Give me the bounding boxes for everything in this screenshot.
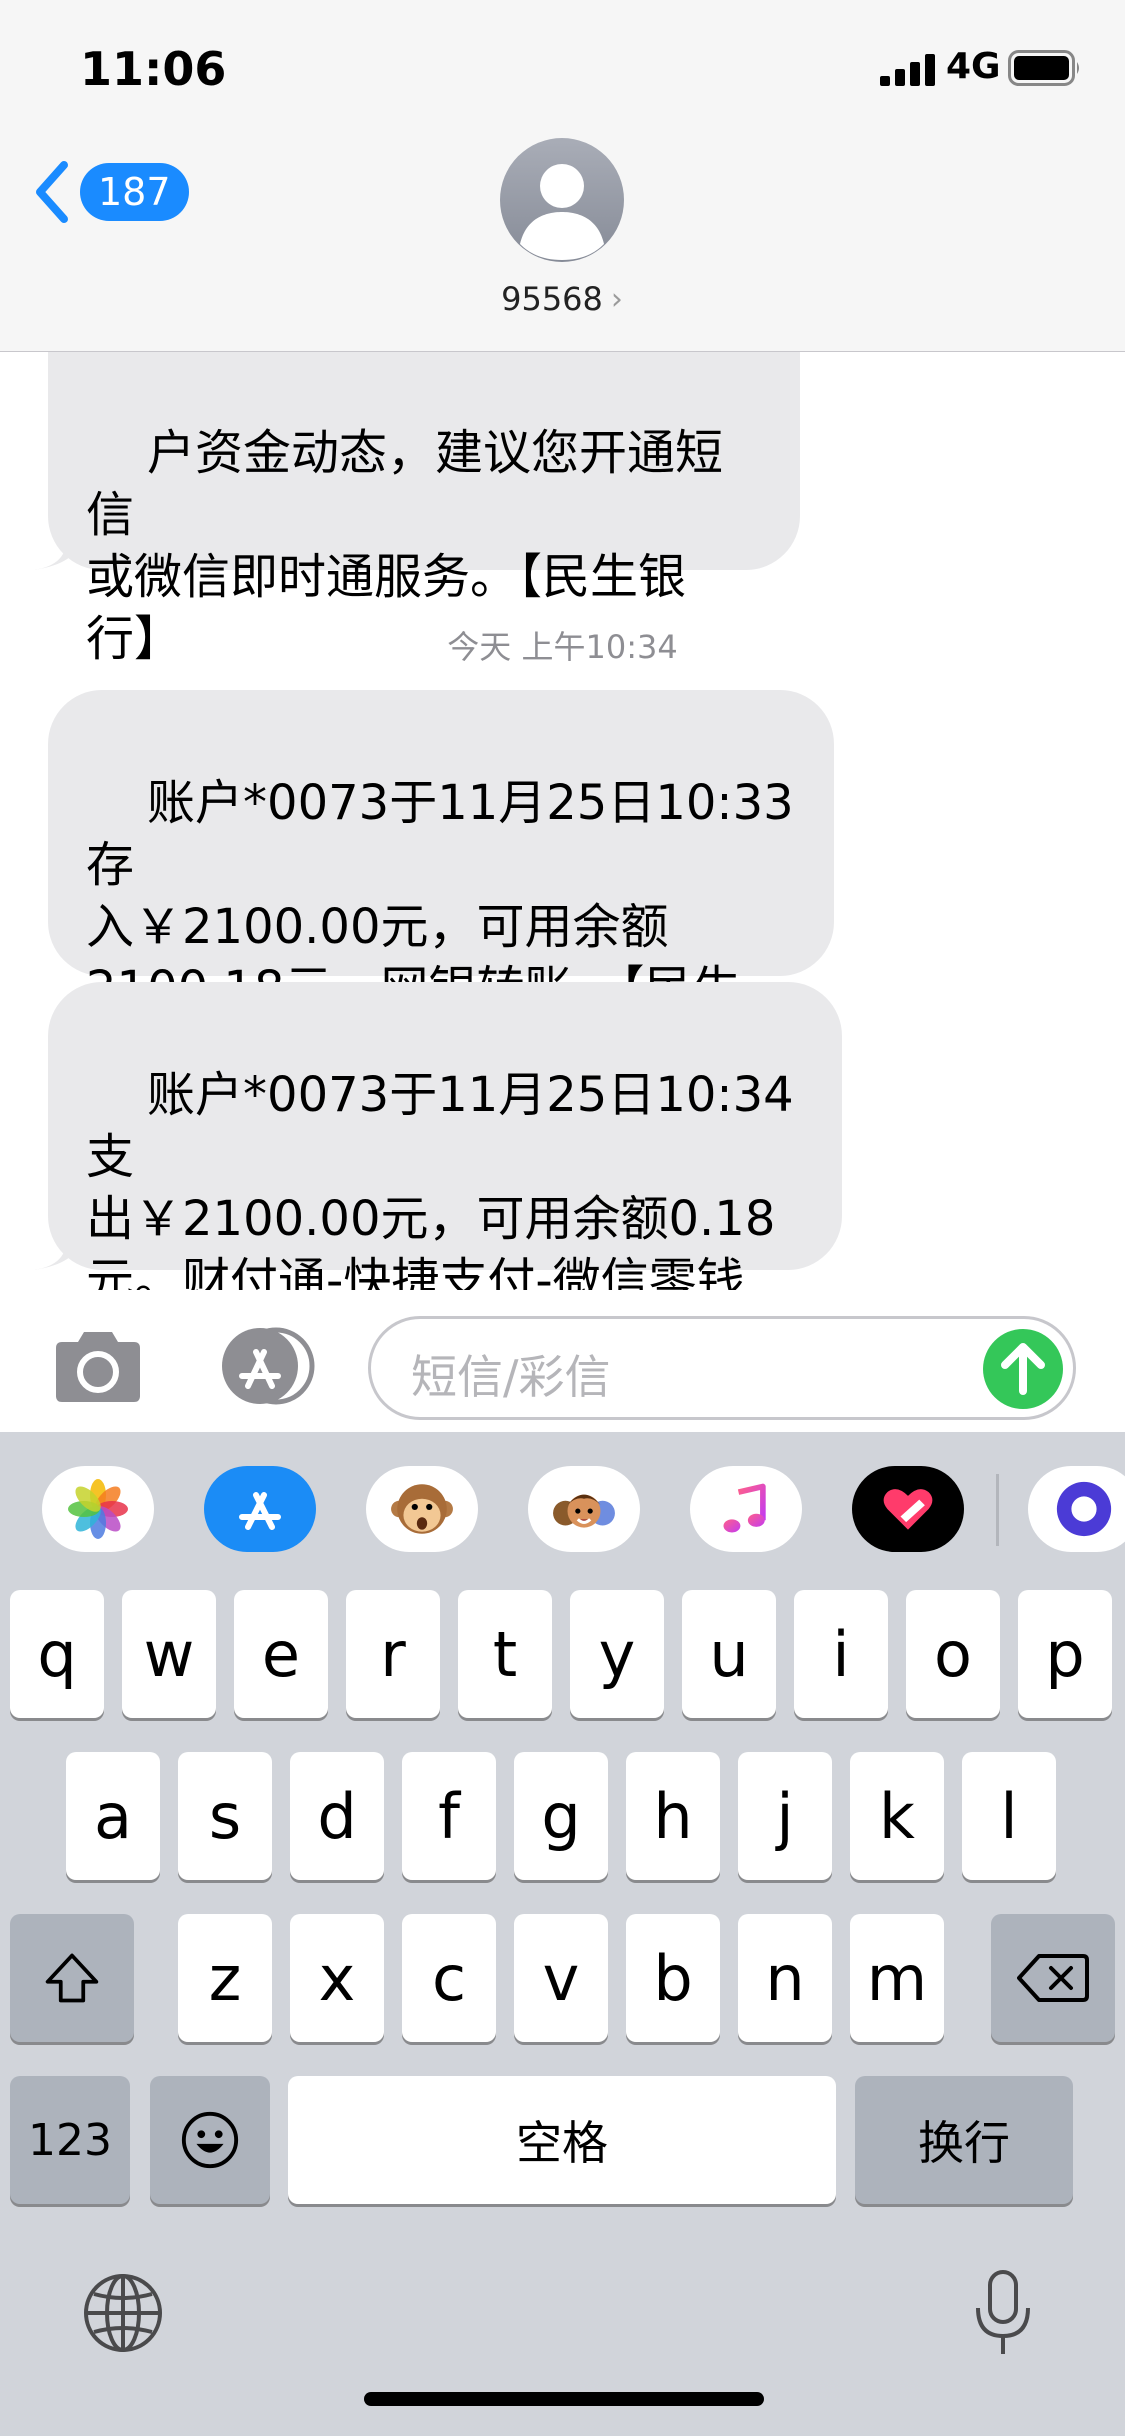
heart-sticker-icon — [883, 1489, 933, 1530]
delete-key[interactable] — [991, 1914, 1115, 2042]
cellular-signal-icon — [880, 54, 935, 86]
send-button[interactable] — [983, 1329, 1063, 1409]
back-button[interactable]: 187 — [30, 156, 189, 228]
memoji-icon — [553, 1494, 615, 1528]
shift-key[interactable] — [10, 1914, 134, 2042]
app-drawer-divider — [996, 1474, 999, 1546]
globe-icon[interactable] — [82, 2272, 164, 2354]
battery-icon — [1008, 50, 1079, 86]
message-input[interactable]: 短信/彩信 — [368, 1316, 1076, 1420]
contact-name[interactable]: 95568 › — [501, 280, 623, 318]
key[interactable]: h — [626, 1752, 720, 1880]
music-app-button[interactable] — [690, 1466, 802, 1552]
key[interactable]: a — [66, 1752, 160, 1880]
key[interactable]: u — [682, 1590, 776, 1718]
emoji-icon — [181, 2111, 239, 2169]
key[interactable]: i — [794, 1590, 888, 1718]
unread-count-badge: 187 — [80, 163, 189, 221]
animoji-icon — [391, 1484, 453, 1534]
bubble-tail-icon — [34, 1226, 84, 1270]
app-store-app-button[interactable] — [204, 1466, 316, 1552]
key[interactable]: g — [514, 1752, 608, 1880]
emoji-key[interactable] — [150, 2076, 270, 2204]
key[interactable]: o — [906, 1590, 1000, 1718]
status-time: 11:06 — [80, 42, 227, 96]
photos-app-button[interactable] — [42, 1466, 154, 1552]
photos-icon — [68, 1479, 128, 1539]
key[interactable]: t — [458, 1590, 552, 1718]
more-apps-button[interactable] — [1028, 1466, 1125, 1552]
person-icon — [520, 164, 604, 260]
app-drawer — [0, 1432, 1125, 1582]
message-text: 账户*0073于11月25日10:34支 出￥2100.00元，可用余额0.18… — [86, 1067, 794, 1290]
arrow-up-icon — [1001, 1343, 1045, 1395]
key[interactable]: d — [290, 1752, 384, 1880]
message-input-placeholder: 短信/彩信 — [411, 1350, 611, 1404]
key[interactable]: p — [1018, 1590, 1112, 1718]
animoji-app-button[interactable] — [366, 1466, 478, 1552]
shift-icon — [45, 1953, 99, 2003]
key[interactable]: j — [738, 1752, 832, 1880]
key[interactable]: z — [178, 1914, 272, 2042]
app-store-icon — [239, 1492, 281, 1530]
home-indicator[interactable] — [364, 2392, 764, 2406]
key[interactable]: v — [514, 1914, 608, 2042]
contact-number: 95568 — [501, 280, 603, 318]
key[interactable]: m — [850, 1914, 944, 2042]
key[interactable]: k — [850, 1752, 944, 1880]
backspace-icon — [1017, 1954, 1089, 2002]
status-bar: 11:06 4G — [0, 0, 1125, 130]
camera-icon[interactable] — [50, 1330, 146, 1404]
key[interactable]: x — [290, 1914, 384, 2042]
avatar — [500, 138, 624, 262]
message-bubble[interactable]: 账户*0073于11月25日10:33存 入￥2100.00元，可用余额 210… — [48, 690, 834, 1079]
key[interactable]: w — [122, 1590, 216, 1718]
key[interactable]: b — [626, 1914, 720, 2042]
digital-touch-icon — [1056, 1481, 1112, 1537]
key[interactable]: r — [346, 1590, 440, 1718]
key[interactable]: e — [234, 1590, 328, 1718]
network-type: 4G — [946, 46, 1001, 87]
timestamp: 今天 上午10:34 — [447, 628, 678, 666]
key[interactable]: f — [402, 1752, 496, 1880]
chevron-left-icon — [36, 161, 68, 223]
key[interactable]: n — [738, 1914, 832, 2042]
chevron-right-icon: › — [610, 281, 623, 317]
key[interactable]: q — [10, 1590, 104, 1718]
numbers-key[interactable]: 123 — [10, 2076, 130, 2204]
key[interactable]: l — [962, 1752, 1056, 1880]
compose-bar: 短信/彩信 — [0, 1290, 1125, 1432]
contact-info[interactable]: 95568 › — [462, 138, 662, 318]
space-key[interactable]: 空格 — [288, 2076, 836, 2204]
memoji-app-button[interactable] — [528, 1466, 640, 1552]
keyboard: q w e r t y u i o p a s d f g h j k l z … — [0, 1432, 1125, 2436]
return-key[interactable]: 换行 — [855, 2076, 1073, 2204]
key[interactable]: s — [178, 1752, 272, 1880]
digital-touch-app-button[interactable] — [852, 1466, 964, 1552]
app-store-icon[interactable] — [208, 1326, 318, 1406]
message-bubble[interactable]: 账户*0073于11月25日10:34支 出￥2100.00元，可用余额0.18… — [34, 982, 842, 1290]
key[interactable]: c — [402, 1914, 496, 2042]
music-icon — [723, 1483, 766, 1533]
conversation-header: 11:06 4G 187 95568 › — [0, 0, 1125, 352]
bubble-tail-icon — [34, 526, 84, 570]
key[interactable]: y — [570, 1590, 664, 1718]
microphone-icon[interactable] — [970, 2268, 1036, 2360]
